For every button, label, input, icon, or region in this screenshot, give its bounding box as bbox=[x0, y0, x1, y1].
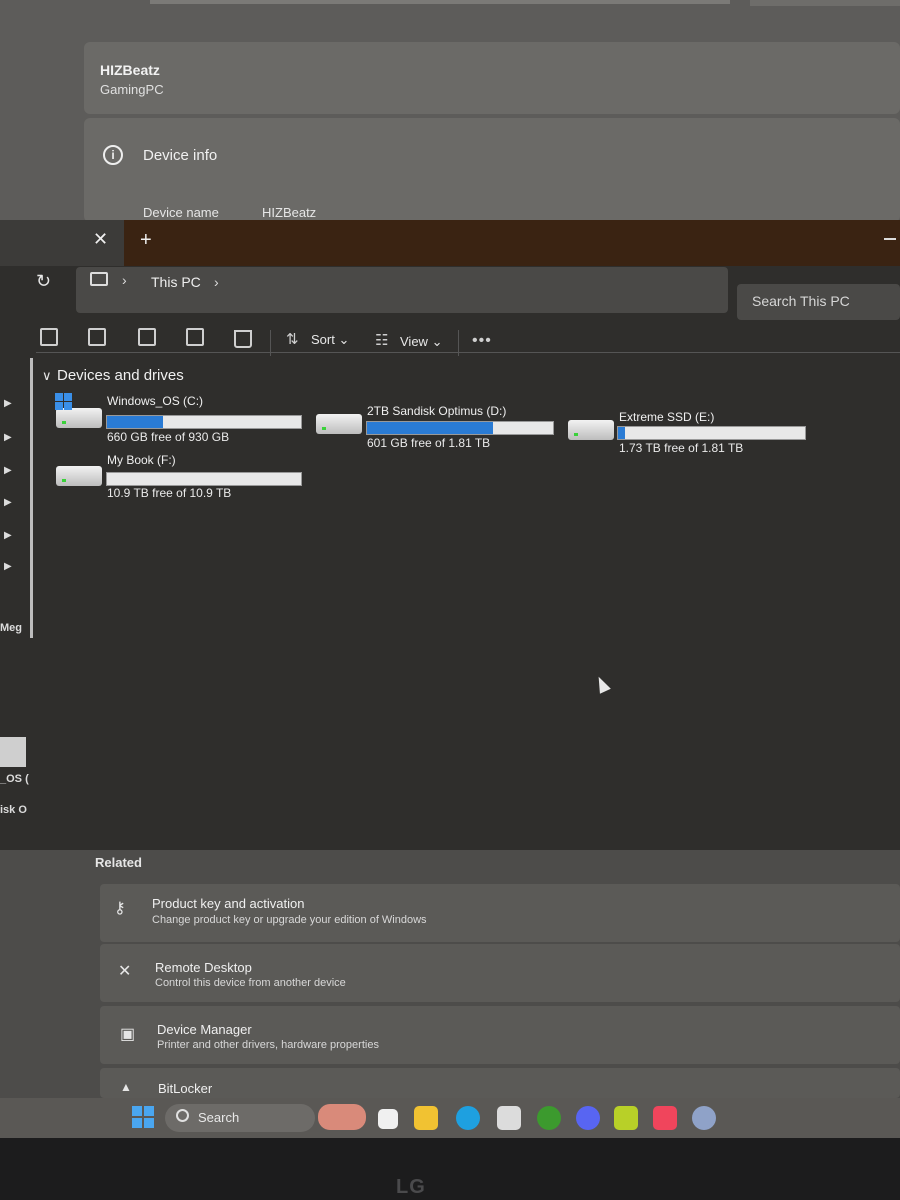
sidebar-item-label[interactable]: Meg bbox=[0, 622, 22, 634]
drive-name[interactable]: 2TB Sandisk Optimus (D:) bbox=[367, 404, 506, 418]
drive-usage-bar bbox=[106, 415, 302, 429]
minimize-icon[interactable] bbox=[884, 238, 896, 240]
device-info-title: Device info bbox=[143, 147, 218, 164]
nvidia-icon[interactable] bbox=[614, 1106, 638, 1130]
related-item-title: BitLocker bbox=[158, 1081, 213, 1096]
new-tab-button[interactable]: + bbox=[140, 229, 152, 252]
pc-name: GamingPC bbox=[100, 82, 164, 97]
widgets-button[interactable] bbox=[318, 1104, 366, 1130]
related-item-title: Device Manager bbox=[157, 1022, 252, 1037]
file-explorer-icon[interactable] bbox=[414, 1106, 438, 1130]
related-title: Related bbox=[95, 855, 142, 870]
pin-icon: ▶ bbox=[4, 530, 12, 541]
drive-free-space: 1.73 TB free of 1.81 TB bbox=[619, 441, 744, 455]
sort-icon[interactable]: ⇅ bbox=[286, 330, 299, 348]
device-name-value: HIZBeatz bbox=[262, 205, 317, 220]
device-manager-icon: ▣ bbox=[120, 1026, 136, 1043]
device-name-label: Device name bbox=[143, 205, 219, 220]
chevron-right-icon[interactable]: › bbox=[122, 272, 127, 288]
view-icon[interactable]: ☷ bbox=[375, 331, 388, 349]
related-item-subtitle: Printer and other drivers, hardware prop… bbox=[157, 1039, 379, 1051]
delete-icon[interactable] bbox=[234, 330, 252, 348]
search-placeholder: Search This PC bbox=[752, 293, 850, 309]
related-item-title: Remote Desktop bbox=[155, 960, 252, 975]
discord-icon[interactable] bbox=[576, 1106, 600, 1130]
sidebar-scrollbar[interactable] bbox=[30, 358, 33, 638]
related-item-title: Product key and activation bbox=[152, 896, 305, 911]
drive-name[interactable]: Extreme SSD (E:) bbox=[619, 410, 714, 424]
lock-icon: ▲ bbox=[120, 1080, 132, 1094]
drive-icon[interactable] bbox=[56, 466, 102, 486]
drive-icon[interactable] bbox=[316, 414, 362, 434]
edge-icon[interactable] bbox=[456, 1106, 480, 1130]
start-button[interactable] bbox=[132, 1106, 154, 1128]
breadcrumb-this-pc[interactable]: This PC bbox=[151, 274, 201, 290]
key-icon: ⚷ bbox=[114, 900, 126, 917]
command-bar bbox=[0, 322, 900, 362]
settings-header-strip bbox=[150, 0, 730, 4]
music-icon[interactable] bbox=[653, 1106, 677, 1130]
task-view-icon[interactable] bbox=[378, 1109, 398, 1129]
chevron-down-icon[interactable]: ∨ bbox=[42, 368, 52, 384]
chevron-right-icon[interactable]: › bbox=[214, 274, 219, 290]
related-item-bitlocker[interactable] bbox=[100, 1068, 900, 1098]
drive-usage-fill bbox=[618, 427, 626, 439]
refresh-icon[interactable]: ↻ bbox=[36, 271, 51, 292]
drive-usage-fill bbox=[107, 416, 164, 428]
drive-free-space: 660 GB free of 930 GB bbox=[107, 430, 230, 444]
settings-header-strip-right bbox=[750, 0, 900, 6]
drive-usage-fill bbox=[367, 422, 494, 434]
xbox-icon[interactable] bbox=[537, 1106, 561, 1130]
rename-icon[interactable] bbox=[138, 328, 156, 346]
monitor-bezel bbox=[0, 1138, 900, 1200]
related-item-product-key[interactable] bbox=[100, 884, 900, 942]
new-icon[interactable] bbox=[40, 328, 58, 346]
sidebar-item-label[interactable]: _OS ( bbox=[0, 773, 29, 785]
drive-usage-bar bbox=[366, 421, 554, 435]
more-options-button[interactable]: ••• bbox=[472, 332, 492, 350]
user-name: HIZBeatz bbox=[100, 62, 160, 78]
drive-icon[interactable] bbox=[568, 420, 614, 440]
this-pc-icon bbox=[90, 272, 108, 286]
sort-button[interactable]: Sort ⌄ bbox=[311, 332, 349, 348]
remote-desktop-icon: ✕ bbox=[118, 963, 132, 980]
copy-icon[interactable] bbox=[88, 328, 106, 346]
sidebar-drive-thumbnail bbox=[0, 737, 26, 767]
pin-icon: ▶ bbox=[4, 497, 12, 508]
pin-icon: ▶ bbox=[4, 561, 12, 572]
windows-logo-icon bbox=[55, 393, 73, 411]
pin-icon: ▶ bbox=[4, 398, 12, 409]
settings-gear-icon[interactable] bbox=[692, 1106, 716, 1130]
store-icon[interactable] bbox=[497, 1106, 521, 1130]
explorer-tab-bar bbox=[0, 220, 900, 266]
monitor-brand-logo: LG bbox=[396, 1176, 426, 1198]
section-title-devices[interactable]: Devices and drives bbox=[57, 367, 184, 384]
drive-free-space: 601 GB free of 1.81 TB bbox=[367, 436, 491, 450]
info-icon: i bbox=[103, 145, 123, 165]
related-item-subtitle: Change product key or upgrade your editi… bbox=[152, 914, 427, 926]
drive-free-space: 10.9 TB free of 10.9 TB bbox=[107, 486, 232, 500]
pin-icon: ▶ bbox=[4, 432, 12, 443]
os-drive-icon[interactable] bbox=[56, 408, 102, 428]
taskbar-search-label: Search bbox=[198, 1110, 240, 1125]
view-button[interactable]: View ⌄ bbox=[400, 334, 442, 350]
pin-icon: ▶ bbox=[4, 465, 12, 476]
sidebar-item-label[interactable]: isk O bbox=[0, 804, 27, 816]
related-item-subtitle: Control this device from another device bbox=[155, 977, 346, 989]
toolbar-divider bbox=[36, 352, 900, 353]
drive-name[interactable]: My Book (F:) bbox=[107, 453, 176, 467]
drive-usage-bar bbox=[106, 472, 302, 486]
drive-name[interactable]: Windows_OS (C:) bbox=[107, 394, 203, 408]
drive-usage-bar bbox=[617, 426, 806, 440]
share-icon[interactable] bbox=[186, 328, 204, 346]
search-icon bbox=[176, 1109, 189, 1122]
close-tab-button[interactable]: ✕ bbox=[93, 229, 108, 250]
user-card[interactable] bbox=[84, 42, 900, 114]
